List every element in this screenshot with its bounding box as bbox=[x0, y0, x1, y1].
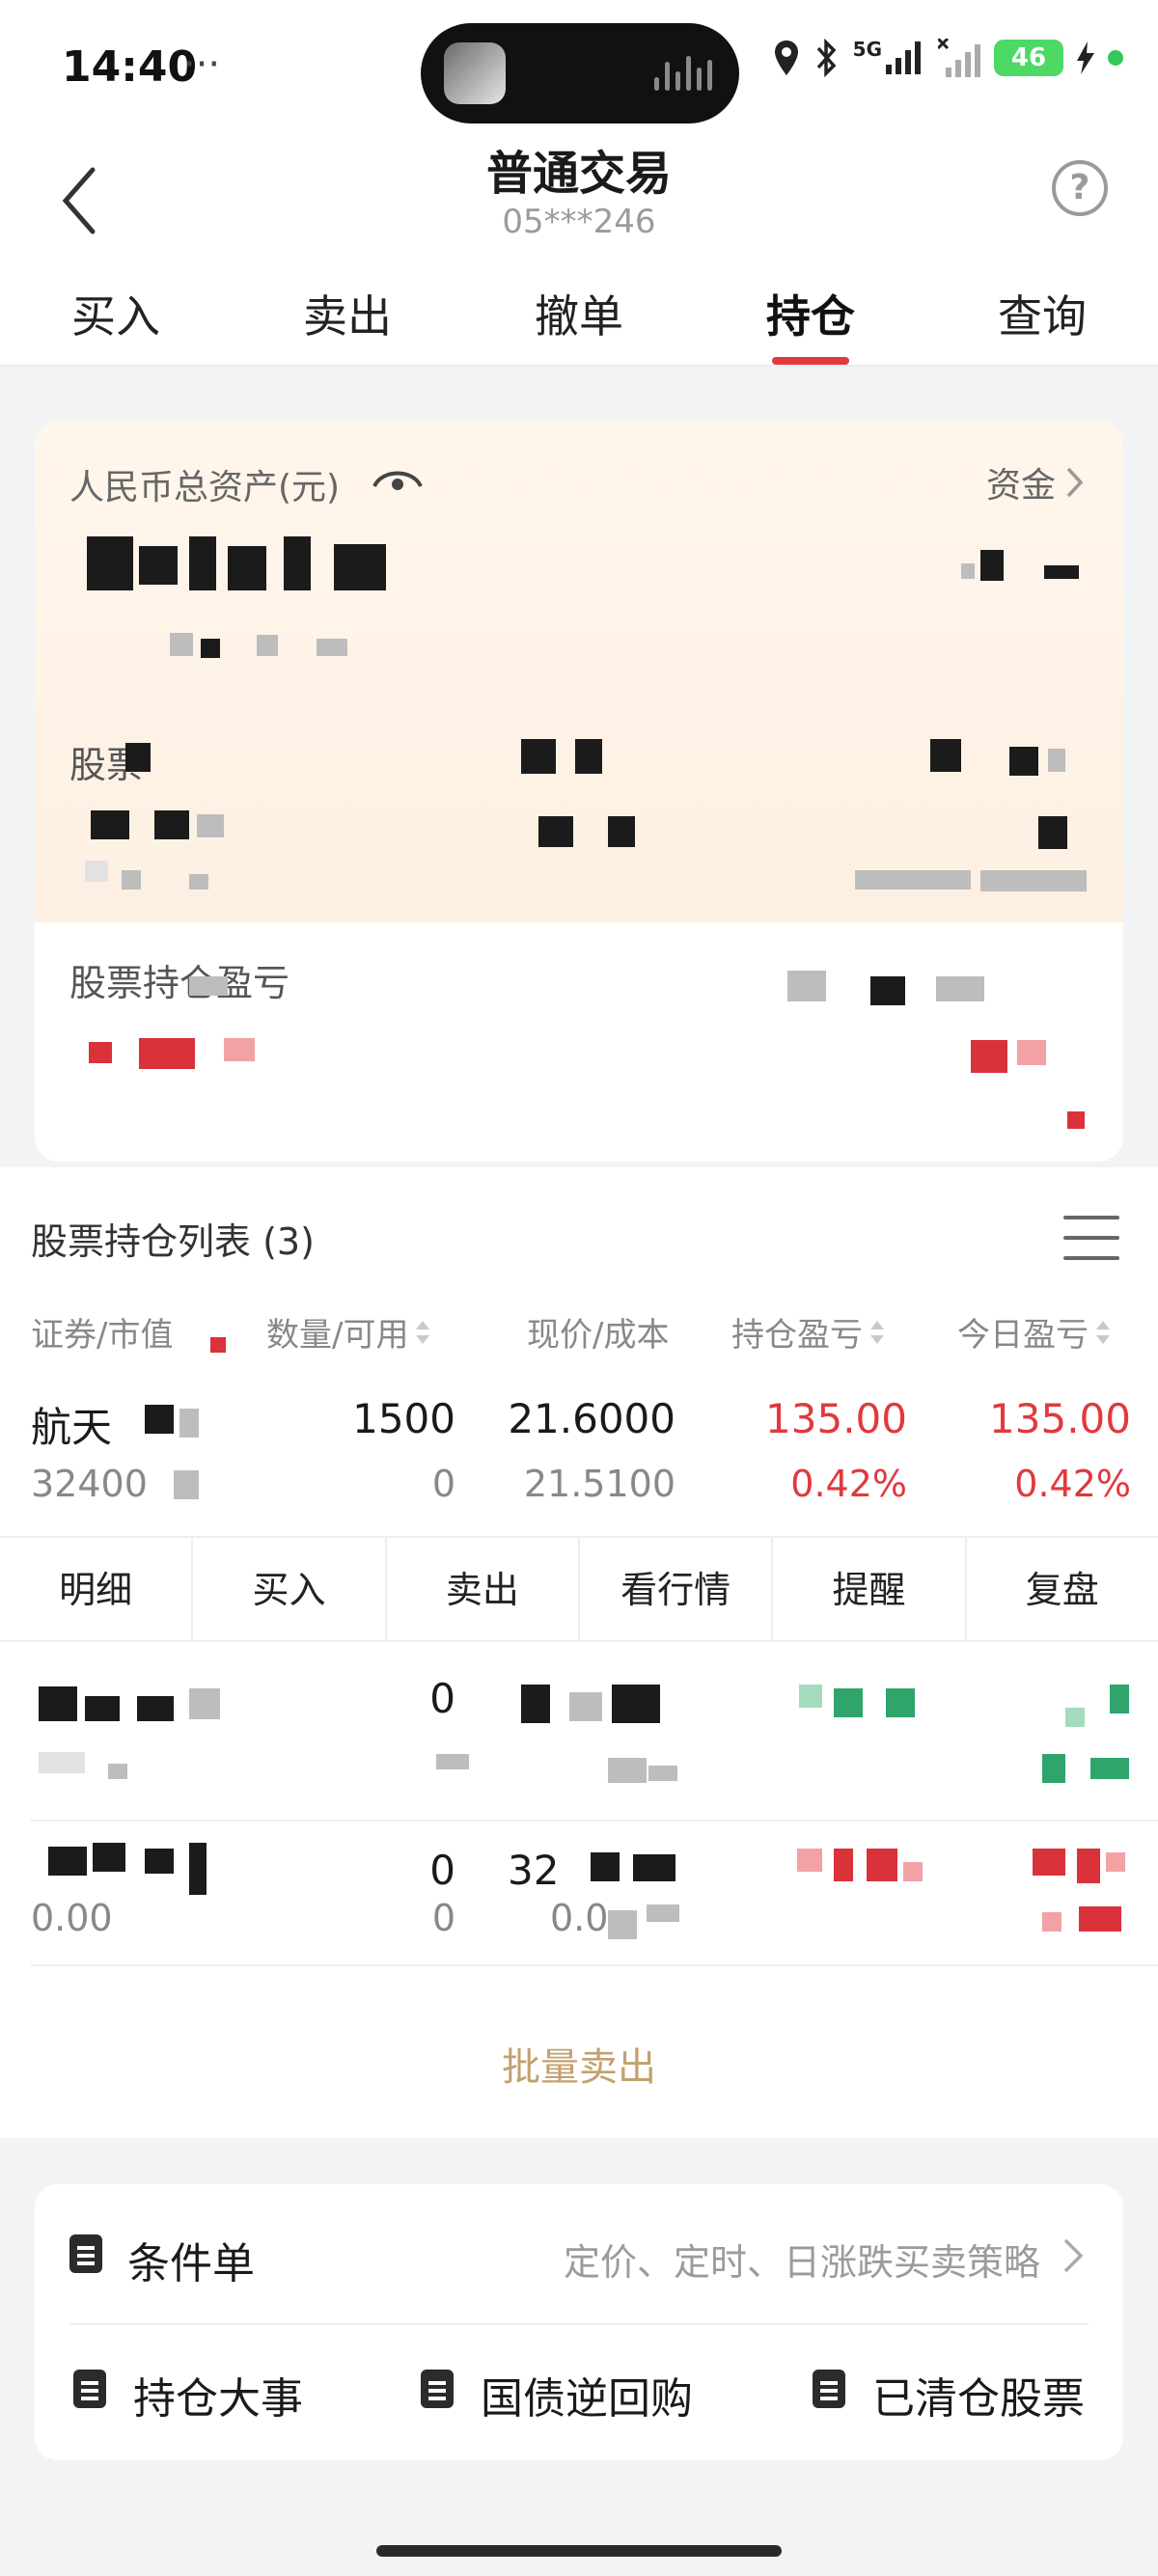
cleared-stocks-label: 已清仓股票 bbox=[872, 2374, 1085, 2424]
home-indicator[interactable] bbox=[376, 2545, 782, 2557]
today-pl: 135.00 bbox=[989, 1395, 1131, 1442]
cleared-stocks-button[interactable]: 已清仓股票 bbox=[813, 2354, 1121, 2424]
news-icon bbox=[73, 2370, 106, 2408]
sort-icon bbox=[1094, 1319, 1112, 1346]
quantity: 0 bbox=[429, 1675, 455, 1722]
cost-price: 0.0 bbox=[550, 1897, 609, 1939]
divider bbox=[69, 2323, 1089, 2325]
column-today-pl-label: 今日盈亏 bbox=[957, 1316, 1089, 1355]
column-today-pl[interactable]: 今日盈亏 bbox=[957, 1308, 1112, 1356]
tab-sell[interactable]: 卖出 bbox=[232, 270, 463, 367]
chevron-right-icon bbox=[1066, 467, 1084, 498]
network-type: 5G bbox=[852, 38, 882, 61]
buy-button[interactable]: 买入 bbox=[193, 1538, 387, 1640]
header: 普通交易 05***246 ? 买入 卖出 撤单 持仓 查询 bbox=[0, 135, 1158, 367]
sort-icon bbox=[868, 1319, 886, 1346]
today-pl-pct: 0.42% bbox=[1014, 1463, 1131, 1505]
position-events-button[interactable]: 持仓大事 bbox=[73, 2354, 363, 2424]
alert-button[interactable]: 提醒 bbox=[773, 1538, 967, 1640]
quantity: 1500 bbox=[352, 1395, 455, 1442]
column-quantity-label: 数量/可用 bbox=[266, 1316, 409, 1355]
position-events-label: 持仓大事 bbox=[133, 2374, 303, 2424]
menu-icon[interactable] bbox=[1063, 1216, 1119, 1262]
signal-2-icon bbox=[938, 39, 980, 77]
available-quantity: 0 bbox=[431, 1463, 455, 1505]
battery-icon: 46 bbox=[994, 40, 1063, 76]
total-assets-label: 人民币总资产(元) bbox=[69, 468, 341, 507]
batch-sell-button[interactable]: 批量卖出 bbox=[0, 2036, 1158, 2092]
conditional-order-desc: 定价、定时、日涨跌买卖策略 bbox=[563, 2241, 1040, 2284]
column-price: 现价/成本 bbox=[527, 1308, 669, 1356]
tab-buy[interactable]: 买入 bbox=[0, 270, 232, 367]
market-value: 32400 bbox=[31, 1463, 148, 1505]
column-position-pl[interactable]: 持仓盈亏 bbox=[731, 1308, 886, 1356]
row-divider bbox=[31, 1820, 1158, 1822]
page-title: 普通交易 bbox=[485, 147, 672, 201]
row-action-bar: 明细 买入 卖出 看行情 提醒 复盘 bbox=[0, 1536, 1158, 1642]
trade-tabs: 买入 卖出 撤单 持仓 查询 bbox=[0, 270, 1158, 367]
reverse-repo-button[interactable]: 国债逆回购 bbox=[421, 2354, 730, 2424]
funds-link-label: 资金 bbox=[985, 466, 1056, 506]
holdings-section: 股票持仓列表 (3) 证券/市值 数量/可用 现价/成本 持仓盈亏 今日盈亏 航… bbox=[0, 1167, 1158, 2138]
sell-button[interactable]: 卖出 bbox=[387, 1538, 580, 1640]
asset-card: 人民币总资产(元) 资金 股票 股票持仓盈亏 bbox=[35, 421, 1123, 1162]
status-icons: 5G 46 bbox=[772, 38, 1123, 77]
signal-icon bbox=[886, 41, 921, 74]
location-icon bbox=[774, 41, 798, 75]
funds-link[interactable]: 资金 bbox=[986, 457, 1085, 507]
column-quantity[interactable]: 数量/可用 bbox=[266, 1308, 431, 1356]
help-icon[interactable]: ? bbox=[1052, 160, 1108, 216]
position-pl-pct: 0.42% bbox=[790, 1463, 907, 1505]
tab-query[interactable]: 查询 bbox=[926, 270, 1158, 367]
account-number: 05***246 bbox=[502, 203, 656, 241]
current-price: 21.6000 bbox=[508, 1395, 676, 1442]
column-position-pl-label: 持仓盈亏 bbox=[731, 1316, 863, 1355]
available-quantity: 0 bbox=[431, 1897, 455, 1939]
audio-wave-icon bbox=[654, 56, 712, 91]
tab-positions[interactable]: 持仓 bbox=[695, 270, 926, 367]
column-price-label: 现价/成本 bbox=[527, 1316, 670, 1355]
column-security-label: 证券/市值 bbox=[31, 1316, 174, 1355]
stock-name: 航天 bbox=[31, 1404, 113, 1451]
tools-card: 条件单 定价、定时、日涨跌买卖策略 持仓大事 国债逆回购 已清仓股票 bbox=[35, 2184, 1123, 2460]
clipboard-icon bbox=[69, 2234, 102, 2273]
sort-icon bbox=[414, 1319, 431, 1346]
holdings-title: 股票持仓列表 (3) bbox=[31, 1220, 315, 1263]
cost-price: 21.5100 bbox=[523, 1463, 676, 1505]
tab-cancel[interactable]: 撤单 bbox=[463, 270, 695, 367]
detail-button[interactable]: 明细 bbox=[0, 1538, 194, 1640]
position-profit-label: 股票持仓盈亏 bbox=[69, 962, 290, 1004]
position-pl: 135.00 bbox=[765, 1395, 907, 1442]
status-time: 14:40 bbox=[62, 42, 198, 92]
quantity: 0 bbox=[429, 1847, 455, 1894]
review-button[interactable]: 复盘 bbox=[967, 1538, 1158, 1640]
status-bar: 14:40 ··· 5G 46 bbox=[0, 0, 1158, 135]
now-playing-avatar bbox=[444, 42, 506, 104]
status-extra: ··· bbox=[183, 42, 221, 87]
repo-icon bbox=[421, 2370, 454, 2408]
conditional-order-label: 条件单 bbox=[127, 2239, 255, 2288]
eye-icon[interactable] bbox=[372, 463, 423, 496]
reverse-repo-label: 国债逆回购 bbox=[481, 2374, 693, 2424]
market-value: 0.00 bbox=[31, 1897, 113, 1939]
row-divider bbox=[31, 1964, 1158, 1966]
bluetooth-icon bbox=[816, 39, 837, 77]
view-quotes-button[interactable]: 看行情 bbox=[580, 1538, 774, 1640]
dynamic-island[interactable] bbox=[421, 23, 739, 123]
archive-box-icon bbox=[813, 2370, 845, 2408]
column-security[interactable]: 证券/市值 bbox=[31, 1308, 173, 1356]
conditional-order-row[interactable]: 条件单 定价、定时、日涨跌买卖策略 bbox=[69, 2219, 1089, 2288]
asset-summary: 人民币总资产(元) 资金 股票 bbox=[35, 421, 1123, 922]
charging-icon bbox=[1077, 41, 1094, 74]
privacy-indicator-icon bbox=[1108, 50, 1123, 66]
chevron-right-icon bbox=[1063, 2238, 1084, 2273]
current-price: 32 bbox=[508, 1847, 560, 1894]
